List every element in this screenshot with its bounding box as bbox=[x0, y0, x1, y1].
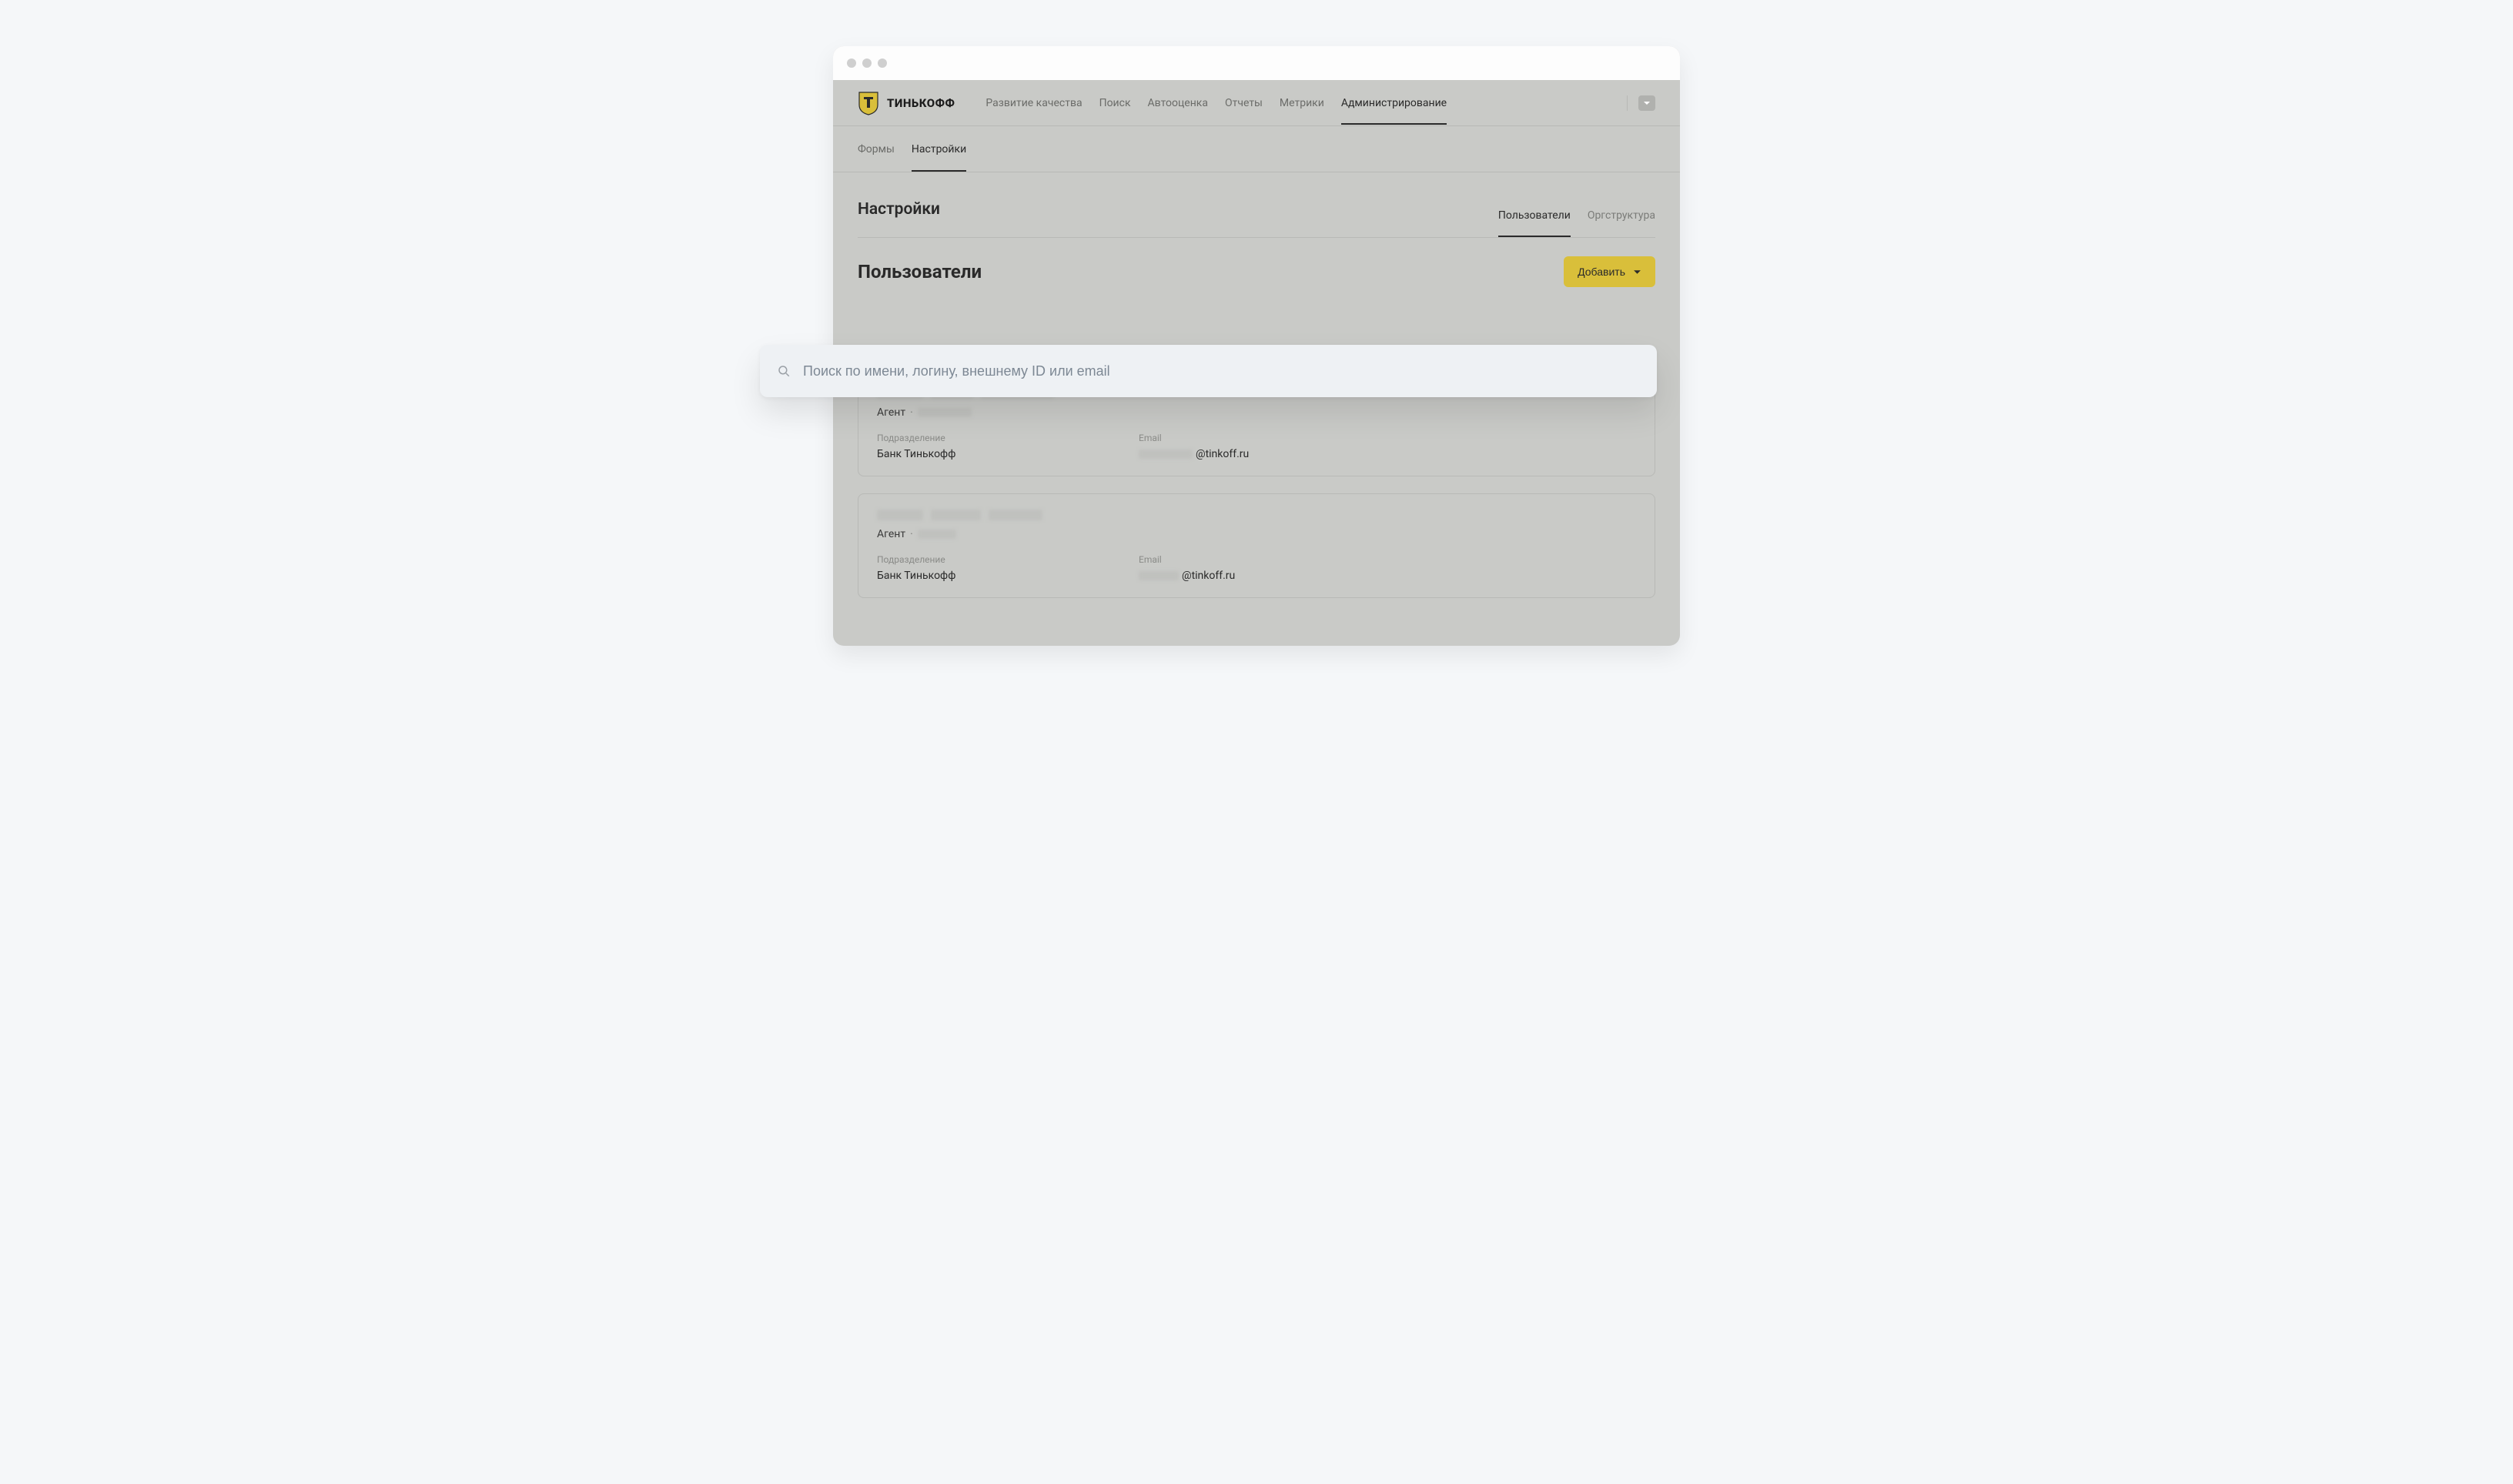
redacted-email-local bbox=[1139, 450, 1193, 459]
brand-name: ТИНЬКОФФ bbox=[887, 96, 955, 110]
traffic-light-zoom[interactable] bbox=[878, 58, 887, 68]
settings-header-row: Настройки Пользователи Оргструктура bbox=[858, 172, 1655, 238]
nav-right bbox=[1627, 95, 1655, 111]
nav-search[interactable]: Поиск bbox=[1099, 82, 1131, 125]
user-role-row: Агент · bbox=[877, 406, 1636, 419]
redacted-email-local bbox=[1139, 571, 1179, 580]
user-role: Агент bbox=[877, 406, 905, 419]
search-bar[interactable] bbox=[760, 345, 1657, 397]
section-title: Пользователи bbox=[858, 261, 982, 282]
department-value: Банк Тинькофф bbox=[877, 570, 1046, 582]
nav-reports[interactable]: Отчеты bbox=[1225, 82, 1263, 125]
nav-divider bbox=[1627, 95, 1628, 111]
redacted-name bbox=[877, 510, 923, 520]
chevron-down-icon bbox=[1633, 268, 1641, 276]
secondary-nav: Формы Настройки bbox=[833, 126, 1680, 172]
window-titlebar bbox=[833, 46, 1680, 80]
primary-nav: ТИНЬКОФФ Развитие качества Поиск Автооце… bbox=[833, 80, 1680, 126]
nav-autoeval[interactable]: Автооценка bbox=[1148, 82, 1208, 125]
user-role-row: Агент · bbox=[877, 528, 1636, 540]
traffic-light-close[interactable] bbox=[847, 58, 856, 68]
content-area: Настройки Пользователи Оргструктура Поль… bbox=[833, 172, 1680, 646]
search-icon bbox=[777, 364, 791, 378]
search-input[interactable] bbox=[803, 363, 1640, 379]
nav-admin[interactable]: Администрирование bbox=[1341, 82, 1447, 125]
user-menu-toggle[interactable] bbox=[1638, 95, 1655, 111]
redacted-login bbox=[918, 530, 956, 539]
subnav-settings[interactable]: Настройки bbox=[912, 126, 966, 172]
redacted-name bbox=[989, 510, 1042, 520]
redacted-login bbox=[918, 408, 972, 417]
nav-quality[interactable]: Развитие качества bbox=[985, 82, 1082, 125]
department-value: Банк Тинькофф bbox=[877, 448, 1046, 460]
email-value: @tinkoff.ru bbox=[1139, 570, 1308, 582]
user-name-row bbox=[877, 510, 1636, 520]
add-user-button[interactable]: Добавить bbox=[1564, 256, 1655, 287]
brand-logo[interactable]: ТИНЬКОФФ bbox=[858, 91, 955, 115]
email-label: Email bbox=[1139, 433, 1308, 443]
redacted-name bbox=[931, 510, 981, 520]
email-domain: @tinkoff.ru bbox=[1182, 570, 1235, 582]
primary-nav-links: Развитие качества Поиск Автооценка Отчет… bbox=[985, 82, 1627, 125]
department-label: Подразделение bbox=[877, 433, 1046, 443]
settings-tabs: Пользователи Оргструктура bbox=[1498, 199, 1655, 237]
email-label: Email bbox=[1139, 554, 1308, 565]
user-role: Агент bbox=[877, 528, 905, 540]
email-value: @tinkoff.ru bbox=[1139, 448, 1308, 460]
page-title: Настройки bbox=[858, 200, 940, 236]
department-label: Подразделение bbox=[877, 554, 1046, 565]
traffic-light-minimize[interactable] bbox=[862, 58, 872, 68]
users-header-row: Пользователи Добавить bbox=[858, 238, 1655, 287]
user-details: Подразделение Банк Тинькофф Email @tinko… bbox=[877, 554, 1636, 582]
nav-metrics[interactable]: Метрики bbox=[1280, 82, 1324, 125]
tab-users[interactable]: Пользователи bbox=[1498, 199, 1571, 237]
add-user-button-label: Добавить bbox=[1578, 266, 1625, 278]
email-domain: @tinkoff.ru bbox=[1196, 448, 1249, 460]
dot-separator: · bbox=[910, 528, 913, 540]
user-card[interactable]: Агент · Подразделение Банк Тинькофф Emai… bbox=[858, 493, 1655, 598]
tab-orgstructure[interactable]: Оргструктура bbox=[1588, 199, 1655, 237]
user-details: Подразделение Банк Тинькофф Email @tinko… bbox=[877, 433, 1636, 460]
subnav-forms[interactable]: Формы bbox=[858, 126, 895, 172]
shield-icon bbox=[858, 91, 879, 115]
chevron-down-icon bbox=[1643, 99, 1651, 107]
dot-separator: · bbox=[910, 406, 913, 419]
